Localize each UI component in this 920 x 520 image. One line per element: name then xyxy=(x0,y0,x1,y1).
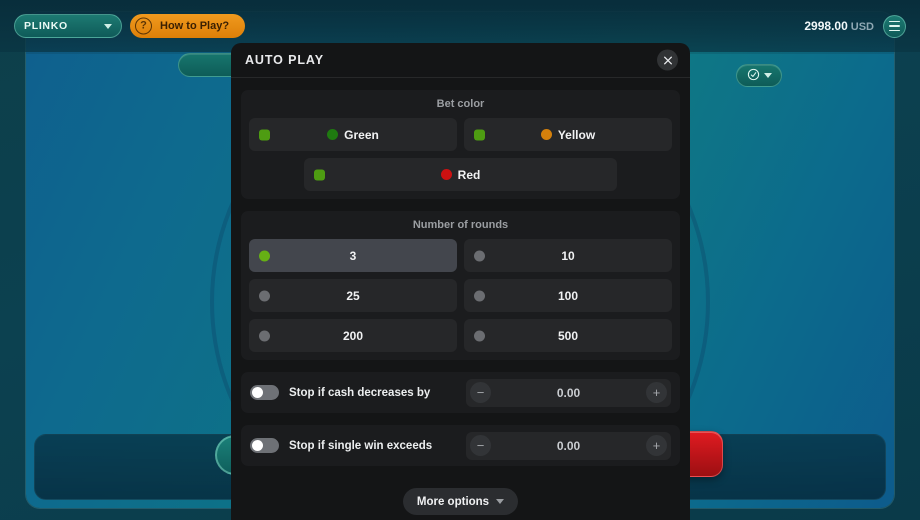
radio-icon xyxy=(474,250,485,261)
caret-down-icon xyxy=(496,499,505,504)
decrement-button[interactable]: − xyxy=(470,435,491,456)
rounds-option-10[interactable]: 10 xyxy=(464,239,672,272)
stop-single-win-value[interactable]: 0.00 xyxy=(491,439,646,453)
rounds-option-3[interactable]: 3 xyxy=(249,239,457,272)
modal-footer: More options xyxy=(241,478,680,520)
more-options-button[interactable]: More options xyxy=(402,488,519,515)
question-mark-icon: ? xyxy=(135,17,152,35)
menu-line xyxy=(889,20,900,23)
balance-area: 2998.00 USD xyxy=(804,14,906,38)
game-speed-button[interactable] xyxy=(736,64,782,87)
bet-color-options-row1: Green Yellow xyxy=(249,118,672,151)
rounds-option-100[interactable]: 100 xyxy=(464,279,672,312)
rounds-option-label: 500 xyxy=(557,328,579,343)
color-swatch-icon xyxy=(540,129,552,140)
bet-color-option-label: Red xyxy=(457,167,481,182)
radio-icon xyxy=(259,330,270,341)
radio-icon xyxy=(259,290,270,301)
rounds-section: Number of rounds 3 10 25 100 200 500 xyxy=(241,211,680,360)
bet-color-section: Bet color Green Yellow Red xyxy=(241,90,680,199)
stop-single-win-row: Stop if single win exceeds − 0.00 + xyxy=(241,425,680,466)
bet-color-option-label: Yellow xyxy=(557,127,596,142)
toggle-knob xyxy=(252,387,263,398)
modal-title: AUTO PLAY xyxy=(245,53,324,67)
radio-icon xyxy=(474,330,485,341)
balance-amount: 2998.00 xyxy=(804,19,848,33)
chevron-down-icon xyxy=(763,73,772,78)
checkbox-icon xyxy=(259,129,270,140)
auto-play-modal: AUTO PLAY Bet color Green Yellow Red Num… xyxy=(231,43,690,520)
stop-cash-decrease-toggle[interactable] xyxy=(250,385,279,400)
modal-header: AUTO PLAY xyxy=(231,43,690,78)
more-options-label: More options xyxy=(416,495,490,508)
increment-button[interactable]: + xyxy=(646,435,667,456)
balance-display: 2998.00 USD xyxy=(804,17,874,35)
stop-single-win-label: Stop if single win exceeds xyxy=(289,439,433,452)
bet-color-title: Bet color xyxy=(436,98,485,110)
rounds-option-label: 25 xyxy=(346,288,360,303)
bet-color-option-green[interactable]: Green xyxy=(249,118,457,151)
stop-cash-decrease-label: Stop if cash decreases by xyxy=(289,386,431,399)
decrement-button[interactable]: − xyxy=(470,382,491,403)
menu-line xyxy=(889,29,900,32)
balance-currency: USD xyxy=(850,21,874,33)
game-selector-label: PLINKO xyxy=(24,20,68,32)
menu-line xyxy=(889,25,900,27)
rounds-option-label: 3 xyxy=(349,248,357,263)
rounds-option-label: 100 xyxy=(557,288,579,303)
chevron-down-icon xyxy=(104,23,112,29)
color-swatch-icon xyxy=(440,169,452,180)
color-swatch-icon xyxy=(327,129,339,140)
stop-single-win-stepper: − 0.00 + xyxy=(466,431,671,460)
stop-cash-decrease-stepper: − 0.00 + xyxy=(466,378,671,407)
checkbox-icon xyxy=(314,169,325,180)
speed-gauge-icon xyxy=(747,68,760,84)
bet-color-option-yellow[interactable]: Yellow xyxy=(464,118,672,151)
modal-body: Bet color Green Yellow Red Number of rou… xyxy=(231,78,690,520)
rounds-option-500[interactable]: 500 xyxy=(464,319,672,352)
increment-button[interactable]: + xyxy=(646,382,667,403)
how-to-play-label: How to Play? xyxy=(160,20,230,32)
stop-single-win-toggle[interactable] xyxy=(250,438,279,453)
rounds-option-200[interactable]: 200 xyxy=(249,319,457,352)
game-screen: P RED PLINKO ? How to Play? xyxy=(0,0,920,520)
bet-color-option-label: Green xyxy=(344,127,379,142)
rounds-option-25[interactable]: 25 xyxy=(249,279,457,312)
rounds-option-label: 10 xyxy=(561,248,575,263)
stop-cash-decrease-value[interactable]: 0.00 xyxy=(491,386,646,400)
close-icon[interactable] xyxy=(657,49,678,71)
rounds-options: 3 10 25 100 200 500 xyxy=(249,239,672,352)
bet-color-option-red[interactable]: Red xyxy=(304,158,617,191)
hamburger-menu-icon[interactable] xyxy=(883,14,906,38)
game-selector[interactable]: PLINKO xyxy=(14,14,122,38)
toggle-knob xyxy=(252,440,263,451)
radio-icon xyxy=(474,290,485,301)
stop-cash-decrease-row: Stop if cash decreases by − 0.00 + xyxy=(241,372,680,413)
radio-icon xyxy=(259,250,270,261)
how-to-play-button[interactable]: ? How to Play? xyxy=(130,14,246,38)
bet-color-options-row2: Red xyxy=(249,158,672,191)
rounds-option-label: 200 xyxy=(342,328,364,343)
rounds-title: Number of rounds xyxy=(412,219,509,231)
checkbox-icon xyxy=(474,129,485,140)
